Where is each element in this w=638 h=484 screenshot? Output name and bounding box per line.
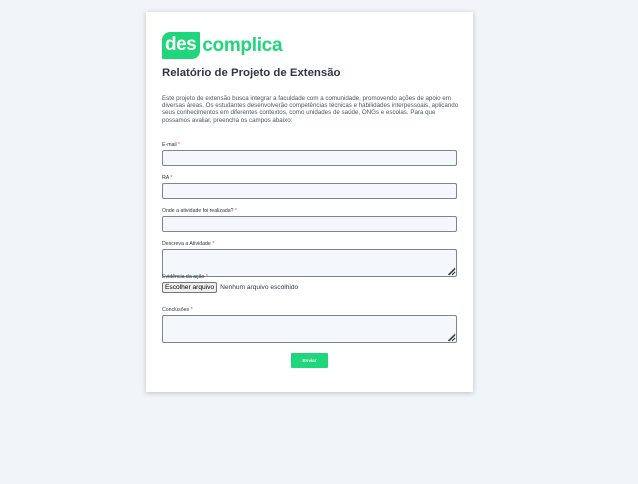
logo-box: des bbox=[162, 32, 201, 59]
location-field[interactable] bbox=[162, 216, 457, 232]
location-label: Onde a atividade foi realizada? * bbox=[162, 208, 237, 214]
required-marker: * bbox=[190, 307, 193, 313]
description-label: Descreva a Atividade * bbox=[162, 241, 214, 247]
conclusions-field-wrapper bbox=[162, 315, 457, 343]
email-label: E-mail * bbox=[162, 142, 180, 148]
required-marker: * bbox=[178, 142, 181, 148]
logo-text: complica bbox=[202, 34, 283, 56]
evidence-label: Evidência da ação * bbox=[162, 274, 208, 280]
submit-button[interactable]: Enviar bbox=[291, 353, 328, 368]
email-field[interactable] bbox=[162, 150, 457, 166]
evidence-file-input: Escolher arquivo Nenhum arquivo escolhid… bbox=[162, 282, 298, 293]
evidence-label-text: Evidência da ação bbox=[162, 274, 205, 280]
required-marker: * bbox=[170, 175, 173, 181]
required-marker: * bbox=[205, 274, 208, 280]
page-title: Relatório de Projeto de Extensão bbox=[162, 67, 341, 79]
required-marker: * bbox=[234, 208, 238, 214]
intro-text: Este projeto de extensão busca integrar … bbox=[162, 95, 459, 124]
required-marker: * bbox=[212, 241, 215, 247]
location-label-text: Onde a atividade foi realizada? bbox=[162, 208, 234, 214]
file-status-text: Nenhum arquivo escolhido bbox=[220, 284, 299, 291]
email-label-text: E-mail bbox=[162, 142, 177, 148]
descomplica-logo: des complica bbox=[162, 32, 283, 59]
description-field-wrapper bbox=[162, 249, 457, 277]
ra-field[interactable] bbox=[162, 183, 457, 199]
description-label-text: Descreva a Atividade bbox=[162, 241, 211, 247]
conclusions-label-text: Conclusões bbox=[162, 307, 190, 313]
conclusions-field[interactable] bbox=[162, 315, 457, 343]
ra-label-text: RA bbox=[162, 175, 169, 181]
description-field[interactable] bbox=[162, 249, 457, 277]
conclusions-label: Conclusões * bbox=[162, 307, 193, 313]
choose-file-button[interactable]: Escolher arquivo bbox=[162, 282, 218, 293]
ra-label: RA * bbox=[162, 175, 172, 181]
report-form-card: des complica Relatório de Projeto de Ext… bbox=[146, 12, 473, 392]
